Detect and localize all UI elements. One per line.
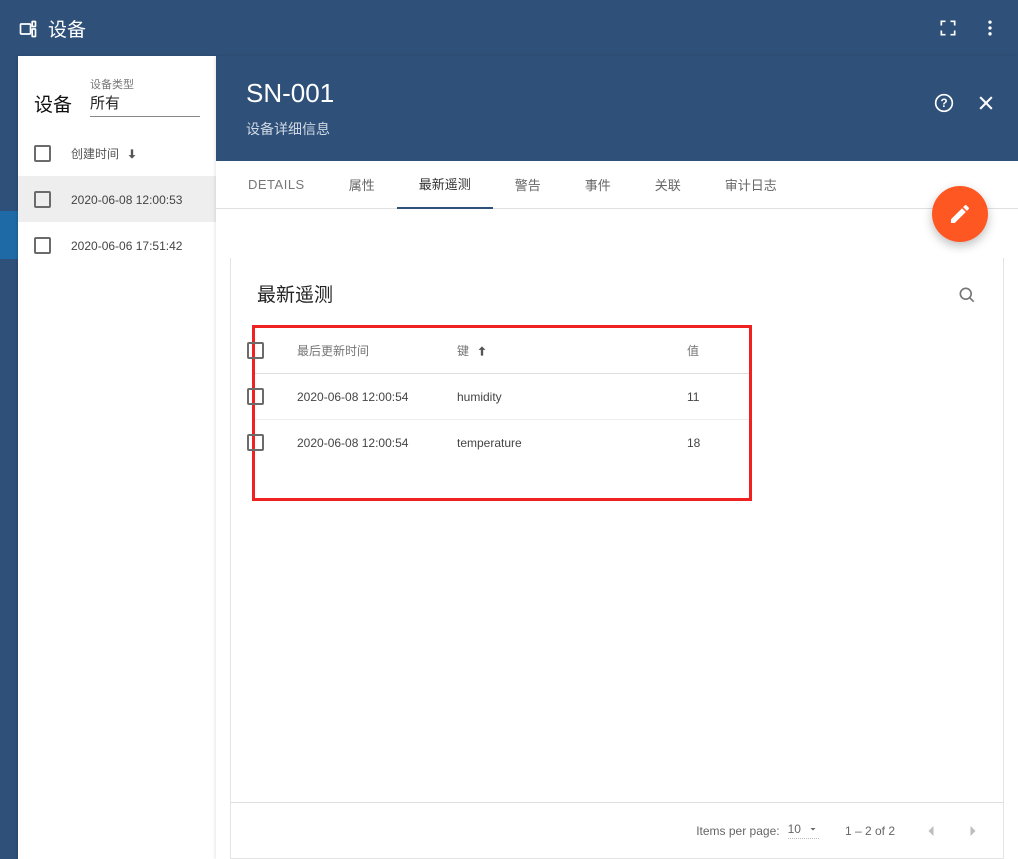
row-checkbox[interactable] <box>247 434 264 451</box>
tab-events[interactable]: 事件 <box>563 161 633 209</box>
device-type-select[interactable]: 设备类型 所有 <box>90 76 200 117</box>
select-all-telemetry-checkbox[interactable] <box>247 342 264 359</box>
pencil-icon <box>948 202 972 226</box>
col-header-value[interactable]: 值 <box>687 342 737 359</box>
chevron-right-icon <box>963 821 983 841</box>
page-title: 设备 <box>48 15 86 42</box>
detail-tabs: DETAILS 属性 最新遥测 警告 事件 关联 审计日志 <box>216 161 1018 209</box>
tab-relations[interactable]: 关联 <box>633 161 703 209</box>
tab-audit-log[interactable]: 审计日志 <box>703 161 799 209</box>
highlighted-telemetry-region: 最后更新时间 键 值 2020-06-08 12:00:54 humidity … <box>252 325 752 501</box>
col-header-time[interactable]: 最后更新时间 <box>297 342 457 359</box>
device-id-title: SN-001 <box>246 78 988 109</box>
device-type-label: 设备类型 <box>90 76 200 92</box>
section-title: 最新遥测 <box>257 280 333 307</box>
search-icon[interactable] <box>957 284 977 304</box>
edit-fab[interactable] <box>932 186 988 242</box>
device-list-heading: 设备 <box>34 90 72 117</box>
select-all-checkbox[interactable] <box>34 145 51 162</box>
row-checkbox[interactable] <box>34 237 51 254</box>
dropdown-arrow-icon <box>807 823 819 835</box>
row-created-time: 2020-06-06 17:51:42 <box>71 239 182 253</box>
device-rows: 2020-06-08 12:00:53 2020-06-06 17:51:42 <box>18 176 216 268</box>
telemetry-row[interactable]: 2020-06-08 12:00:54 humidity 11 <box>255 374 749 420</box>
items-per-page-select[interactable]: 10 <box>788 822 819 839</box>
tab-attributes[interactable]: 属性 <box>327 161 397 209</box>
fullscreen-icon[interactable] <box>938 18 958 38</box>
prev-page-button[interactable] <box>921 821 941 841</box>
device-row[interactable]: 2020-06-08 12:00:53 <box>18 176 216 222</box>
device-list-header: 设备 设备类型 所有 <box>18 56 216 127</box>
help-icon[interactable]: ? <box>934 92 954 112</box>
telemetry-row[interactable]: 2020-06-08 12:00:54 temperature 18 <box>255 420 749 465</box>
device-list-panel: 设备 设备类型 所有 创建时间 2020-06-08 12:00:53 2020… <box>18 56 216 859</box>
tab-alarms[interactable]: 警告 <box>493 161 563 209</box>
col-header-key[interactable]: 键 <box>457 342 687 359</box>
items-per-page-label: Items per page: <box>696 824 779 838</box>
close-icon[interactable] <box>976 92 996 112</box>
items-per-page-value: 10 <box>788 822 801 836</box>
cell-value: 11 <box>687 390 737 404</box>
cell-time: 2020-06-08 12:00:54 <box>297 390 457 404</box>
cell-value: 18 <box>687 436 737 450</box>
device-row[interactable]: 2020-06-06 17:51:42 <box>18 222 216 268</box>
col-header-key-label: 键 <box>457 342 469 359</box>
more-vert-icon[interactable] <box>980 18 1000 38</box>
device-list-sort-row: 创建时间 <box>18 127 216 176</box>
arrow-down-icon <box>125 147 139 161</box>
left-gutter-active <box>0 211 18 259</box>
row-checkbox[interactable] <box>247 388 264 405</box>
svg-text:?: ? <box>940 97 947 110</box>
detail-header: SN-001 设备详细信息 ? <box>216 56 1018 161</box>
telemetry-card: 最新遥测 最后更新时间 键 值 <box>230 258 1004 859</box>
app-topbar: 设备 <box>0 0 1018 56</box>
cell-time: 2020-06-08 12:00:54 <box>297 436 457 450</box>
row-checkbox[interactable] <box>34 191 51 208</box>
device-detail-panel: SN-001 设备详细信息 ? DETAILS 属性 最新遥测 警告 事件 关联… <box>216 56 1018 859</box>
tab-latest-telemetry[interactable]: 最新遥测 <box>397 161 493 209</box>
cell-key: temperature <box>457 436 687 450</box>
chevron-left-icon <box>921 821 941 841</box>
devices-icon <box>18 18 38 38</box>
sort-label-text: 创建时间 <box>71 145 119 162</box>
left-gutter <box>0 56 18 859</box>
row-created-time: 2020-06-08 12:00:53 <box>71 193 182 207</box>
arrow-up-icon <box>475 344 489 358</box>
page-range-label: 1 – 2 of 2 <box>845 824 895 838</box>
tab-details[interactable]: DETAILS <box>226 161 327 209</box>
cell-key: humidity <box>457 390 687 404</box>
next-page-button[interactable] <box>963 821 983 841</box>
sort-by-created[interactable]: 创建时间 <box>71 145 139 162</box>
device-type-value: 所有 <box>90 92 200 113</box>
table-footer: Items per page: 10 1 – 2 of 2 <box>231 802 1003 858</box>
telemetry-table-header: 最后更新时间 键 值 <box>255 328 749 374</box>
detail-subtitle: 设备详细信息 <box>246 119 988 139</box>
